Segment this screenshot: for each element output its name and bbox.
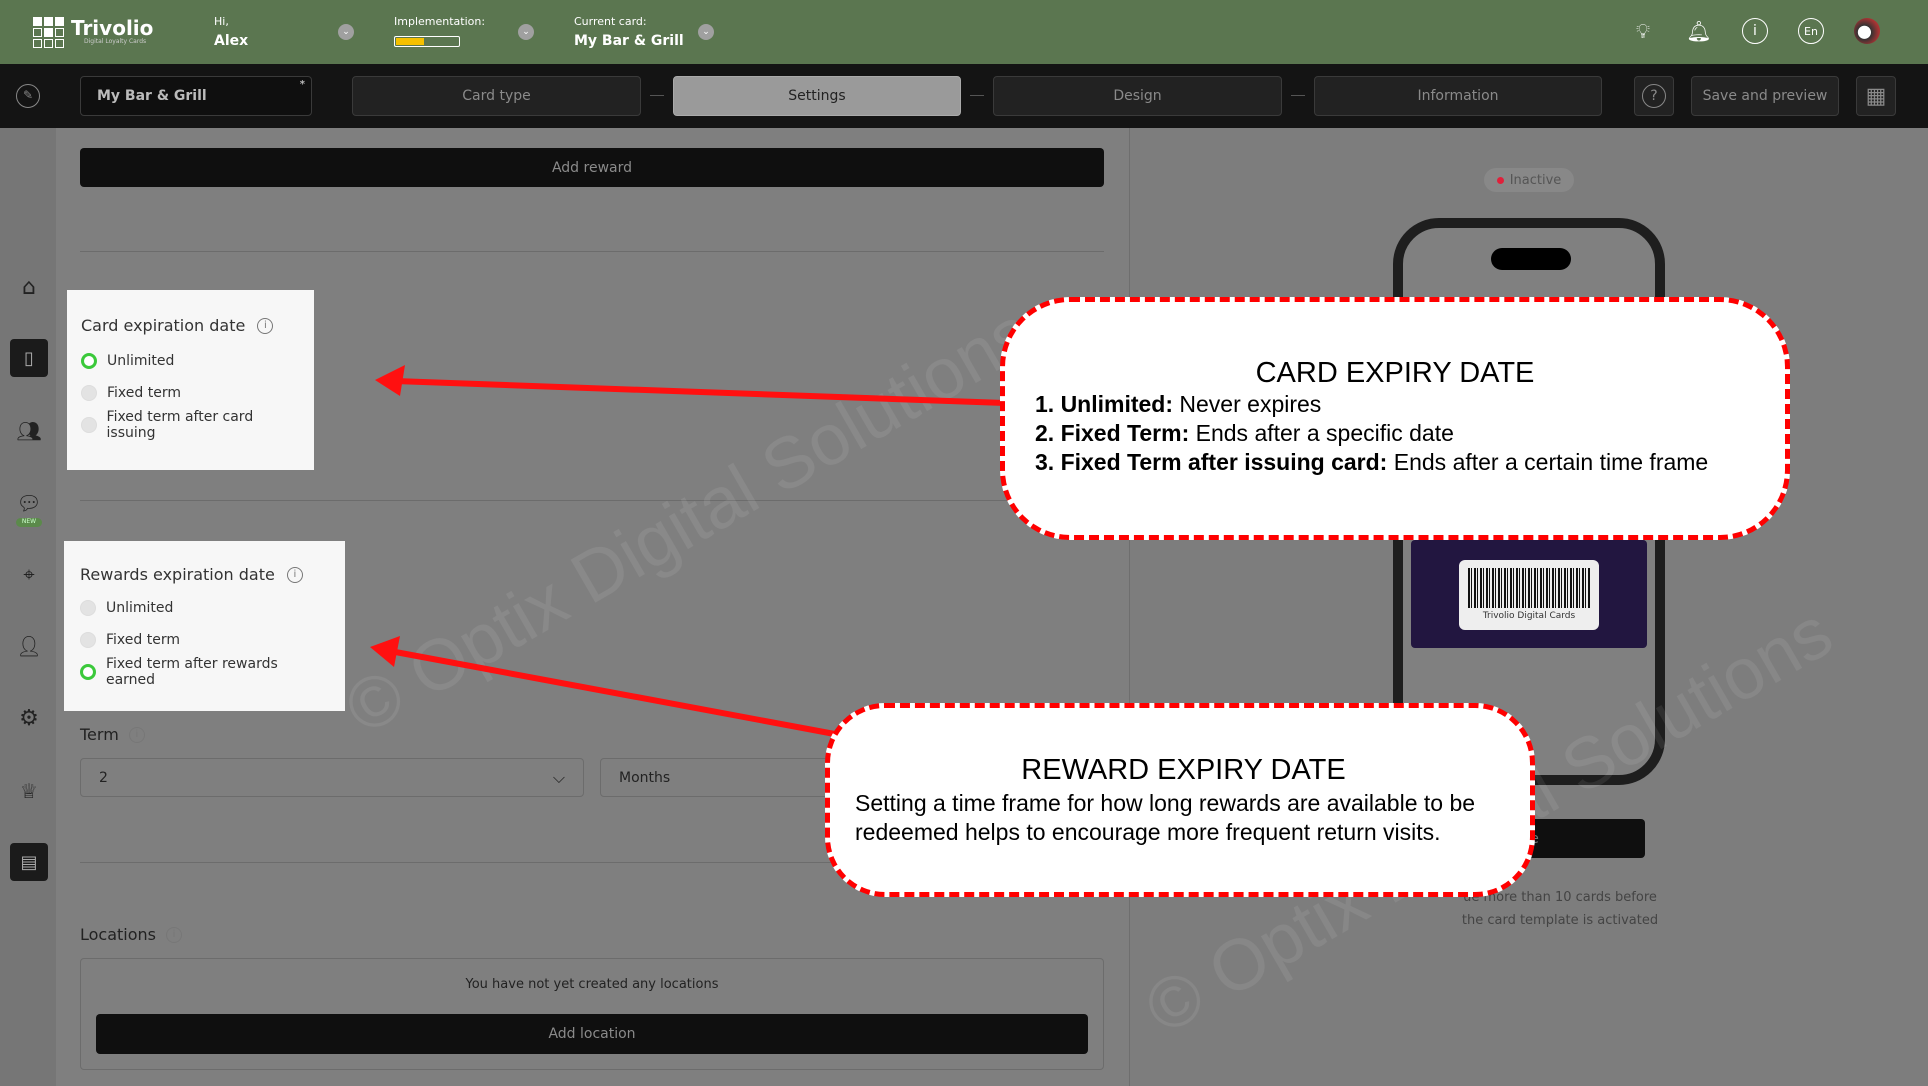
arrow-reward-line (389, 648, 841, 738)
callout-item-desc: Ends after a certain time frame (1387, 449, 1709, 475)
arrow-reward-head (370, 636, 400, 667)
callout-item-desc: Never expires (1173, 391, 1322, 417)
callout-body: Setting a time frame for how long reward… (855, 790, 1476, 845)
callout-item: 2. Fixed Term: Ends after a specific dat… (1035, 419, 1785, 448)
callout-item-desc: Ends after a specific date (1189, 420, 1454, 446)
arrow-card-line (394, 378, 1006, 406)
callout-item-term: 2. Fixed Term: (1035, 420, 1190, 446)
callout-item: 3. Fixed Term after issuing card: Ends a… (1035, 448, 1785, 477)
annotation-arrows (370, 365, 1006, 738)
callout-title: CARD EXPIRY DATE (1255, 357, 1535, 389)
callout-item-term: 3. Fixed Term after issuing card: (1035, 449, 1388, 475)
arrow-card-head (375, 365, 405, 396)
reward-expiry-callout: REWARD EXPIRY DATE Setting a time frame … (825, 703, 1535, 897)
callout-title: REWARD EXPIRY DATE (1021, 754, 1346, 786)
callout-item: 1. Unlimited: Never expires (1035, 390, 1785, 419)
callout-item-term: 1. Unlimited: (1035, 391, 1174, 417)
card-expiry-callout: CARD EXPIRY DATE 1. Unlimited: Never exp… (1000, 297, 1790, 540)
